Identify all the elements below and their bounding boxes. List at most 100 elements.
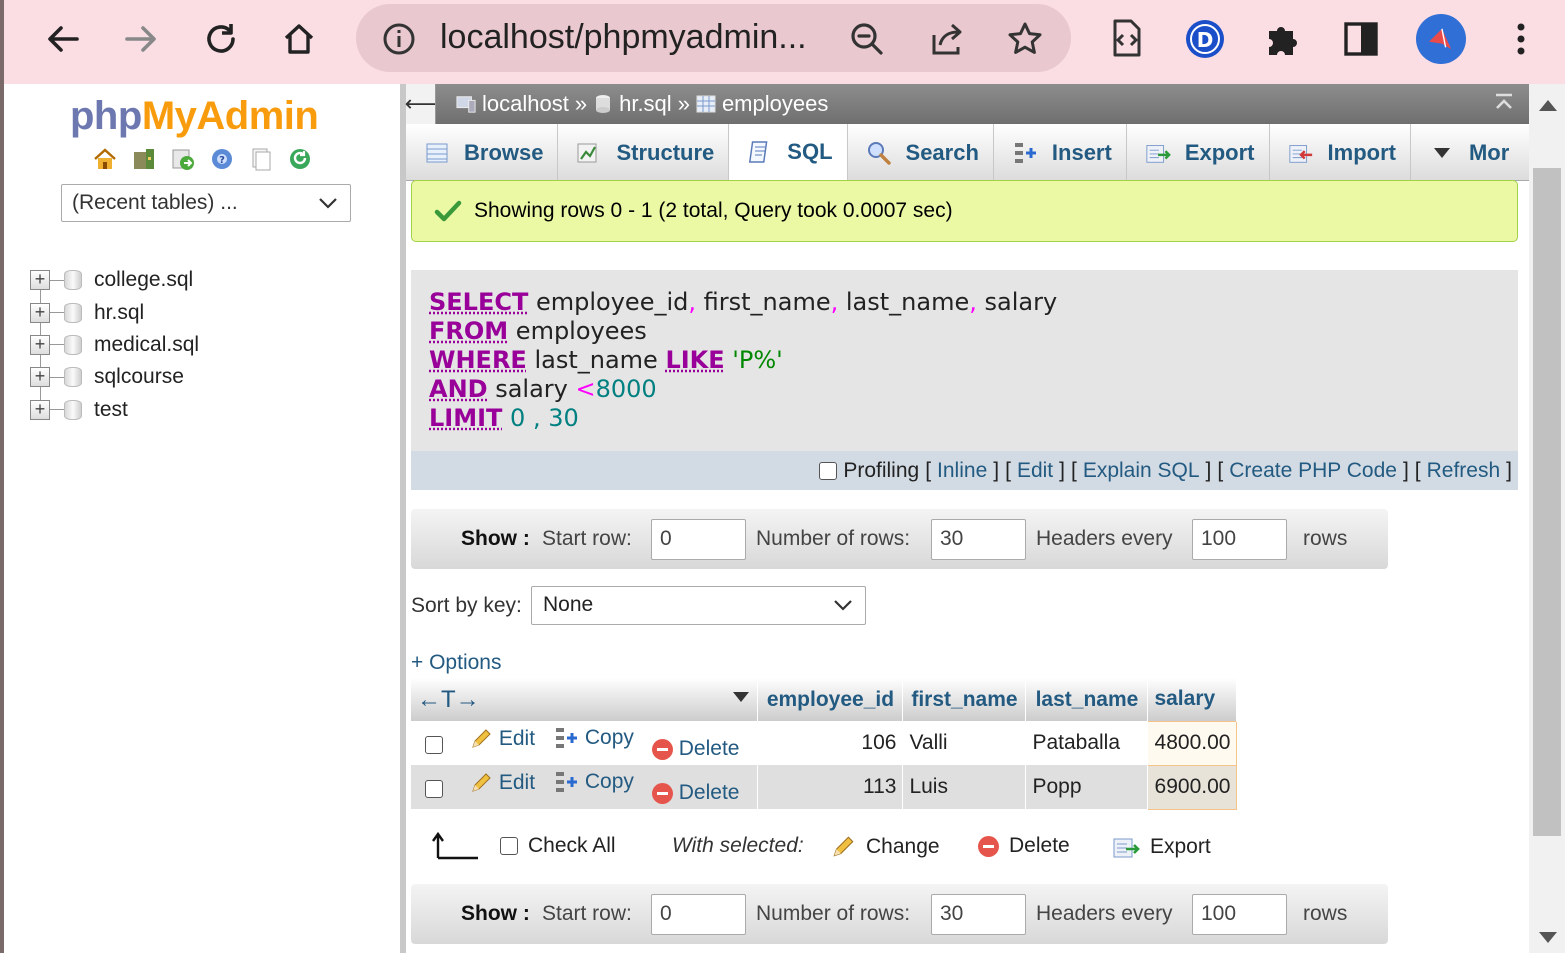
tab-insert[interactable]: Insert [994,124,1127,180]
address-bar[interactable]: localhost/phpmyadmin... [356,4,1071,72]
scroll-up-icon[interactable] [1539,100,1557,111]
edit-row-button[interactable]: Edit [469,727,535,751]
cell-last-name[interactable]: Popp [1025,765,1149,809]
column-header-employee-id[interactable]: employee_id [757,678,904,721]
tab-export[interactable]: Export [1127,124,1270,180]
query-window-icon[interactable] [170,146,196,172]
expand-icon[interactable]: + [30,367,50,388]
side-panel-icon[interactable] [1336,14,1386,64]
zoom-icon[interactable] [846,18,888,60]
share-icon[interactable] [926,18,968,60]
database-item[interactable]: + medical.sql [30,329,199,361]
database-name[interactable]: hr.sql [94,301,144,325]
change-selected-button[interactable]: Change [830,834,940,860]
back-button[interactable] [38,12,88,66]
site-info-icon[interactable] [378,18,420,60]
extensions-puzzle-icon[interactable] [1258,14,1308,64]
cell-salary[interactable]: 6900.00 [1147,764,1238,810]
delete-selected-button[interactable]: Delete [978,834,1070,858]
forward-button[interactable] [116,12,166,66]
database-item[interactable]: + hr.sql [30,296,199,328]
expand-icon[interactable]: + [30,399,50,420]
database-item[interactable]: + college.sql [30,264,199,296]
copy-row-button[interactable]: Copy [553,769,634,795]
tab-more[interactable]: Mor [1411,124,1523,180]
row-checkbox[interactable] [425,736,443,755]
scroll-down-icon[interactable] [1539,932,1557,943]
panel-resizer[interactable] [400,84,406,953]
cell-last-name[interactable]: Pataballa [1025,721,1149,765]
refresh-link[interactable]: Refresh [1427,459,1501,483]
create-php-code-link[interactable]: Create PHP Code [1229,459,1397,483]
devtools-extension-icon[interactable] [1100,14,1150,64]
column-header-salary[interactable]: salary [1147,678,1238,721]
cell-first-name[interactable]: Luis [902,765,1027,809]
breadcrumb-server[interactable]: localhost [482,91,569,117]
home-button[interactable] [274,12,324,66]
database-item[interactable]: + sqlcourse [30,361,199,393]
navigation-settings-icon[interactable] [248,146,274,172]
logout-icon[interactable] [131,146,157,172]
forward-arrow-icon [125,26,156,52]
cell-employee-id[interactable]: 106 [757,721,904,765]
delete-row-button[interactable]: Delete [651,781,739,805]
delete-row-button[interactable]: Delete [651,737,739,761]
edit-query-link[interactable]: Edit [1017,459,1053,483]
expand-icon[interactable]: + [30,302,50,323]
tab-browse[interactable]: Browse [406,124,559,180]
profile-avatar[interactable] [1416,14,1466,64]
database-item[interactable]: + test [30,394,199,426]
headers-every-input[interactable]: 100 [1192,894,1287,935]
number-of-rows-input[interactable]: 30 [931,519,1026,560]
documentation-icon[interactable]: ? [209,146,235,172]
collapse-top-icon[interactable] [1493,92,1515,114]
home-icon[interactable] [92,146,118,172]
phpmyadmin-logo[interactable]: phpMyAdmin [70,94,319,139]
options-link[interactable]: + Options [411,651,501,675]
collapse-panel-button[interactable]: ⟵ [405,84,436,124]
scrollbar-thumb[interactable] [1533,168,1561,836]
column-arrows-icon[interactable]: ←T→ [417,686,480,713]
headers-every-input[interactable]: 100 [1192,519,1287,560]
cell-employee-id[interactable]: 113 [757,765,904,809]
expand-icon[interactable]: + [30,334,50,355]
tab-sql[interactable]: SQL [729,124,848,180]
database-name[interactable]: medical.sql [94,333,199,357]
sort-by-key-select[interactable]: None [531,586,866,625]
inline-edit-link[interactable]: Inline [937,459,987,483]
number-of-rows-input[interactable]: 30 [931,894,1026,935]
copy-row-button[interactable]: Copy [553,725,634,751]
breadcrumb-table[interactable]: employees [722,91,828,117]
profiling-checkbox[interactable] [819,461,838,480]
expand-icon[interactable]: + [30,270,50,291]
tab-search[interactable]: Search [848,124,994,180]
breadcrumb-database[interactable]: hr.sql [619,91,672,117]
bookmark-star-icon[interactable] [1004,18,1046,60]
start-row-input[interactable]: 0 [651,894,746,935]
database-name[interactable]: sqlcourse [94,365,184,389]
url-text[interactable]: localhost/phpmyadmin... [440,18,807,57]
export-selected-button[interactable]: Export [1112,834,1211,860]
cell-first-name[interactable]: Valli [902,721,1027,765]
reload-button[interactable] [196,12,246,66]
start-row-input[interactable]: 0 [651,519,746,560]
cell-salary[interactable]: 4800.00 [1147,720,1238,766]
recent-tables-select[interactable]: (Recent tables) ... [61,184,351,222]
column-visibility-dropdown-icon[interactable] [731,690,751,704]
row-checkbox[interactable] [425,780,443,799]
sql-code[interactable]: SELECT employee_id, first_name, last_nam… [429,288,1057,433]
database-name[interactable]: test [94,398,128,422]
reload-navigation-icon[interactable] [287,146,313,172]
edit-row-button[interactable]: Edit [469,771,535,795]
dashlane-extension-icon[interactable]: D [1180,14,1230,64]
check-all-control[interactable]: Check All [500,834,616,858]
tab-import[interactable]: Import [1270,124,1411,180]
database-name[interactable]: college.sql [94,268,193,292]
explain-sql-link[interactable]: Explain SQL [1083,459,1200,483]
page-scrollbar[interactable] [1529,84,1565,953]
column-header-first-name[interactable]: first_name [902,678,1027,721]
check-all-checkbox[interactable] [500,837,518,855]
browser-menu-icon[interactable] [1496,14,1546,64]
tab-structure[interactable]: Structure [558,124,730,180]
column-header-last-name[interactable]: last_name [1025,678,1149,721]
